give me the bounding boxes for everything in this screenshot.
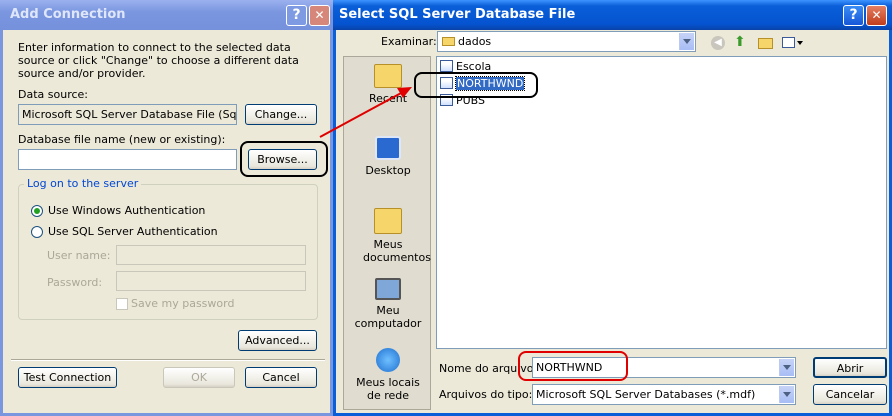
place-my-documents-label: Meus documentos <box>363 238 431 264</box>
look-in-value: dados <box>458 35 492 48</box>
logon-group-label: Log on to the server <box>24 177 142 190</box>
file-help-button[interactable]: ? <box>843 5 864 26</box>
add-connection-dialog: Add Connection ? ✕ Enter information to … <box>0 0 333 416</box>
browse-highlight <box>240 141 328 177</box>
up-folder-icon[interactable]: ⬆ <box>734 34 746 50</box>
place-desktop-label: Desktop <box>365 164 411 177</box>
place-my-documents[interactable]: Meus documentos <box>344 206 432 264</box>
look-in-label: Examinar: <box>381 35 437 48</box>
data-source-field: Microsoft SQL Server Database File (SqlC… <box>18 104 237 125</box>
views-menu-icon[interactable] <box>782 37 795 48</box>
database-icon <box>440 60 453 72</box>
chevron-down-icon[interactable] <box>779 386 794 403</box>
windows-auth-radio[interactable] <box>31 205 43 217</box>
desktop-icon <box>375 136 401 160</box>
db-file-label: Database file name (new or existing): <box>18 133 226 146</box>
sql-auth-label[interactable]: Use SQL Server Authentication <box>48 225 218 238</box>
cancel-button[interactable]: Cancel <box>245 367 317 388</box>
data-source-label: Data source: <box>18 88 88 101</box>
file-dialog-title: Select SQL Server Database File <box>339 7 576 22</box>
password-label: Password: <box>47 276 103 289</box>
chevron-down-icon[interactable] <box>679 33 694 50</box>
file-list[interactable] <box>436 56 887 349</box>
file-dialog-titlebar[interactable]: Select SQL Server Database File ? ✕ <box>333 0 892 30</box>
user-name-input <box>116 245 306 265</box>
add-connection-title: Add Connection <box>10 7 126 22</box>
file-cancel-button[interactable]: Cancelar <box>813 384 887 405</box>
northwnd-highlight <box>414 72 538 98</box>
test-connection-button[interactable]: Test Connection <box>18 367 117 388</box>
views-dropdown-icon[interactable] <box>797 41 803 45</box>
back-icon[interactable]: ◀ <box>711 36 725 50</box>
db-file-input[interactable] <box>18 149 237 170</box>
sql-auth-radio[interactable] <box>31 226 43 238</box>
windows-auth-label[interactable]: Use Windows Authentication <box>48 204 205 217</box>
file-type-combo[interactable]: Microsoft SQL Server Databases (*.mdf) <box>532 384 796 405</box>
intro-text: Enter information to connect to the sele… <box>18 41 299 80</box>
help-button[interactable]: ? <box>286 5 307 26</box>
look-in-combo[interactable]: dados <box>437 31 696 52</box>
recent-icon <box>374 64 402 88</box>
place-desktop[interactable]: Desktop <box>344 134 432 177</box>
new-folder-icon[interactable] <box>758 38 773 49</box>
add-connection-titlebar[interactable]: Add Connection ? ✕ <box>0 0 333 30</box>
save-password-label: Save my password <box>131 297 235 310</box>
place-recent-label: Recent <box>368 92 408 105</box>
place-my-computer-label: Meu computador <box>354 304 422 330</box>
open-button[interactable]: Abrir <box>813 357 887 378</box>
place-network-label: Meus locais de rede <box>356 376 420 402</box>
save-password-checkbox <box>116 298 128 310</box>
place-network[interactable]: Meus locais de rede <box>344 346 432 402</box>
advanced-button[interactable]: Advanced... <box>238 330 317 351</box>
network-icon <box>376 348 400 372</box>
change-button[interactable]: Change... <box>245 104 317 125</box>
my-computer-icon <box>375 278 401 300</box>
my-documents-icon <box>374 208 402 234</box>
file-name-highlight <box>518 351 628 381</box>
file-close-button[interactable]: ✕ <box>866 5 887 26</box>
chevron-down-icon[interactable] <box>779 359 794 376</box>
ok-button: OK <box>163 367 235 388</box>
close-button[interactable]: ✕ <box>309 5 330 26</box>
divider <box>11 359 325 361</box>
file-type-value: Microsoft SQL Server Databases (*.mdf) <box>536 388 756 401</box>
folder-icon <box>442 37 455 46</box>
password-input <box>116 271 306 291</box>
user-name-label: User name: <box>47 249 111 262</box>
place-my-computer[interactable]: Meu computador <box>344 276 432 330</box>
file-type-label: Arquivos do tipo: <box>439 388 533 401</box>
